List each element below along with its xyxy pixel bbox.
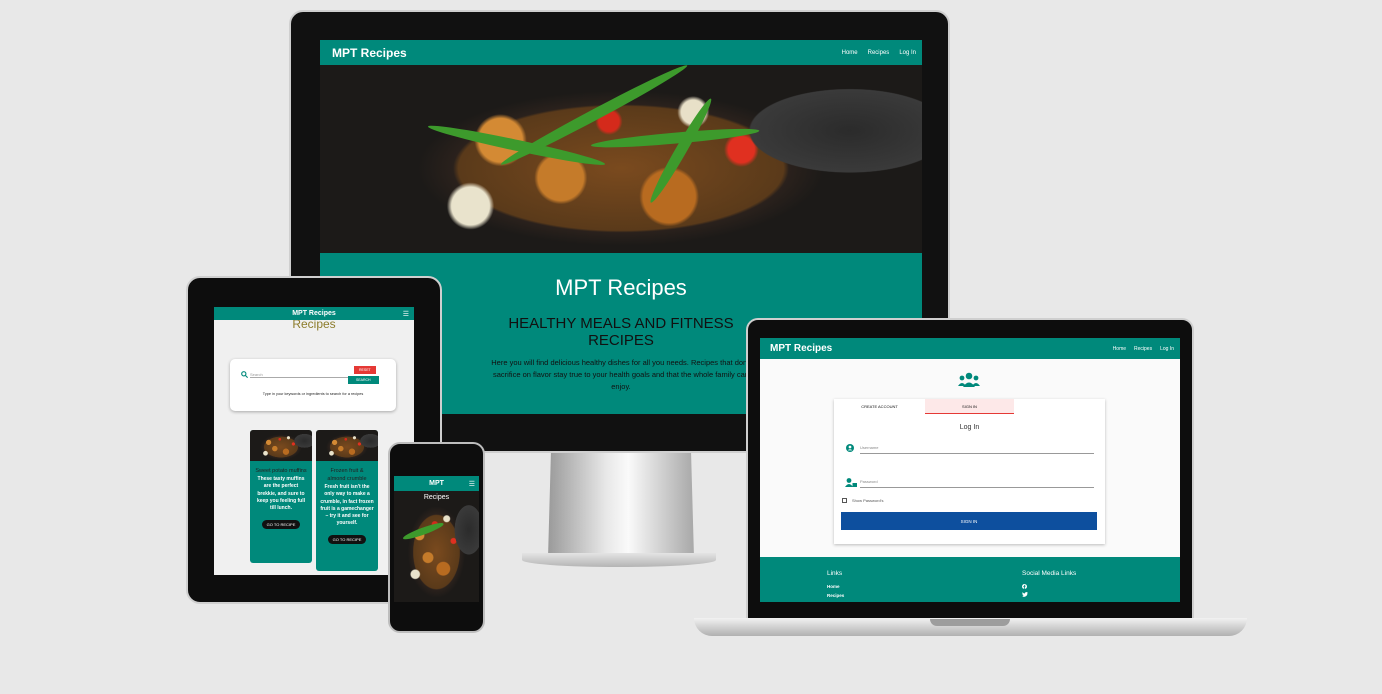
sign-in-button[interactable]: SIGN IN: [841, 512, 1097, 530]
phone-navbar: MPT ☰: [394, 476, 479, 491]
go-to-recipe-button[interactable]: GO TO RECIPE: [327, 534, 367, 544]
laptop-notch: [930, 619, 1010, 626]
phone-hero-image: [394, 491, 479, 602]
phone-brand-logo[interactable]: MPT: [429, 480, 444, 487]
nav-login-link[interactable]: Log In: [1160, 346, 1174, 352]
footer-links-title: Links: [827, 570, 843, 577]
recipe-title: Sweet potato muffins: [255, 468, 307, 474]
nav-home-link[interactable]: Home: [842, 50, 858, 56]
recipe-card: Frozen fruit & almond crumble Fresh frui…: [316, 430, 378, 571]
nav-home-link[interactable]: Home: [1113, 346, 1126, 352]
nav-recipes-link[interactable]: Recipes: [1134, 346, 1152, 352]
monitor-stand: [548, 453, 694, 558]
nav-recipes-link[interactable]: Recipes: [868, 50, 890, 56]
footer: Links Home Recipes Social Media Links: [760, 557, 1180, 602]
footer-social-title: Social Media Links: [1022, 570, 1077, 577]
hero-text: Here you will find delicious healthy dis…: [491, 358, 751, 391]
footer-link-home[interactable]: Home: [827, 584, 840, 589]
login-card: CREATE ACCOUNT SIGN IN Log In Username P…: [834, 399, 1105, 544]
search-input[interactable]: Search: [250, 372, 350, 378]
sign-in-label: SIGN IN: [960, 518, 978, 524]
tablet-screen: MPT Recipes ☰ Recipes Search RESET SEARC…: [214, 307, 414, 575]
search-button[interactable]: SEARCH: [348, 376, 379, 384]
recipe-description: These tasty muffins are the perfect brek…: [256, 476, 306, 512]
account-circle-icon: [846, 444, 854, 452]
user-lock-icon: [845, 478, 857, 487]
twitter-icon[interactable]: [1022, 592, 1028, 597]
facebook-icon[interactable]: [1022, 584, 1027, 589]
nav-login-link[interactable]: Log In: [899, 50, 916, 56]
hamburger-menu-icon[interactable]: ☰: [403, 310, 409, 318]
show-password-checkbox[interactable]: [842, 498, 847, 503]
tab-sign-in[interactable]: SIGN IN: [925, 399, 1014, 414]
username-input[interactable]: Username: [860, 445, 1094, 454]
laptop-screen: MPT Recipes Home Recipes Log In CREATE A…: [760, 338, 1180, 602]
recipe-description: Fresh fruit isn't the only way to make a…: [320, 484, 374, 527]
recipe-title: Frozen fruit & almond crumble: [327, 468, 367, 482]
footer-link-recipes[interactable]: Recipes: [827, 593, 844, 598]
laptop-brand-logo[interactable]: MPT Recipes: [770, 343, 832, 354]
brand-logo[interactable]: MPT Recipes: [332, 46, 407, 60]
phone-screen: MPT ☰ Recipes: [394, 476, 479, 602]
recipe-image: [250, 430, 312, 461]
show-password-label: Show Password's: [852, 498, 884, 503]
users-icon: [958, 372, 980, 387]
tablet-brand-logo[interactable]: MPT Recipes: [292, 310, 336, 317]
recipe-image: [316, 430, 378, 461]
search-icon: [241, 371, 248, 378]
recipe-card: Sweet potato muffins These tasty muffins…: [250, 430, 312, 563]
hamburger-menu-icon[interactable]: ☰: [469, 480, 475, 488]
password-input[interactable]: Password: [860, 479, 1094, 488]
hero-subtitle: HEALTHY MEALS AND FITNESS RECIPES: [508, 315, 734, 349]
tablet-navbar: MPT Recipes ☰: [214, 307, 414, 320]
laptop-navbar: MPT Recipes Home Recipes Log In: [760, 338, 1180, 359]
search-hint: Type in your keywords or ingredients to …: [262, 392, 364, 396]
tab-create-account[interactable]: CREATE ACCOUNT: [834, 399, 925, 414]
phone-heading: Recipes: [423, 494, 450, 501]
login-title: Log In: [959, 424, 980, 431]
navbar: MPT Recipes Home Recipes Log In: [320, 40, 922, 65]
go-to-recipe-button[interactable]: GO TO RECIPE: [261, 520, 301, 530]
hero-food-image: [320, 65, 922, 253]
auth-tabs: CREATE ACCOUNT SIGN IN: [834, 399, 1105, 414]
reset-button[interactable]: RESET: [354, 366, 376, 374]
search-card: Search RESET SEARCH Type in your keyword…: [230, 359, 396, 411]
monitor-stand-base: [522, 553, 716, 567]
